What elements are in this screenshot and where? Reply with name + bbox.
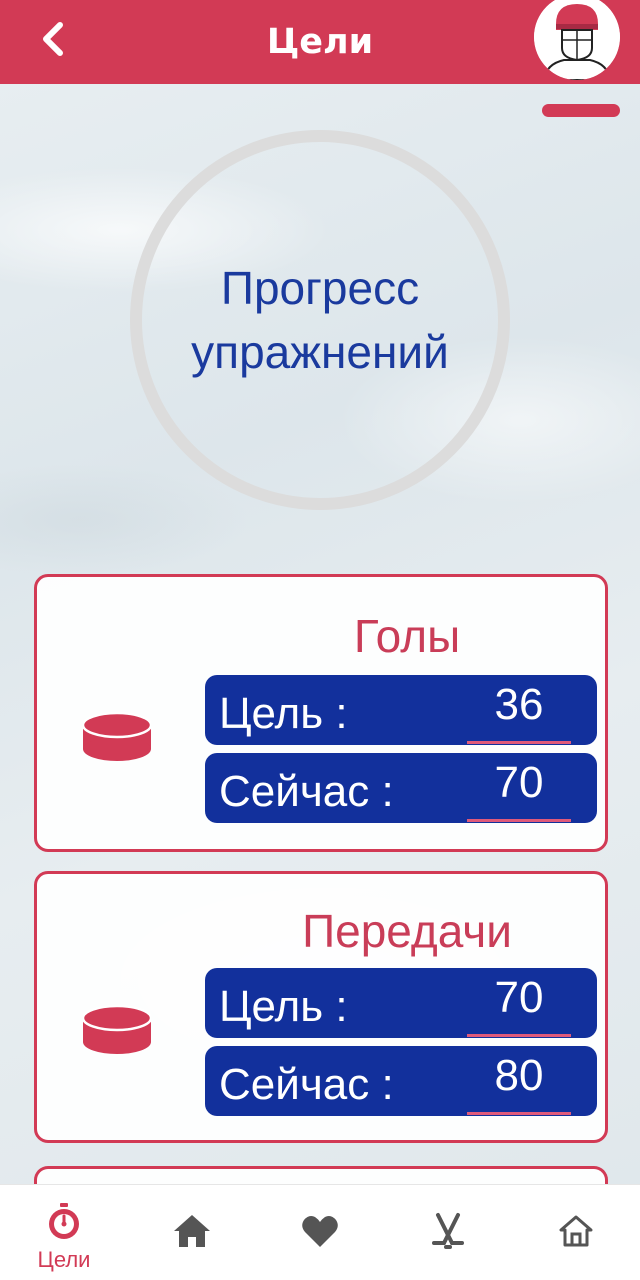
nav-label-goals: Цели <box>37 1247 91 1272</box>
goal-card-title: Голы <box>353 610 461 662</box>
progress-label: Прогресс упражнений <box>191 262 449 378</box>
puck-icon <box>83 711 151 761</box>
target-value: 70 <box>494 973 544 1022</box>
goal-card-assists[interactable]: Передачи Цель : 70 Сейчас : 80 <box>34 871 608 1143</box>
stopwatch-icon <box>49 1203 79 1239</box>
home-icon <box>174 1215 210 1247</box>
current-value: 70 <box>494 758 544 807</box>
target-label: Цель : <box>219 982 348 1031</box>
nav-item-profile[interactable] <box>512 1185 640 1280</box>
back-button[interactable] <box>28 14 78 64</box>
current-label: Сейчас : <box>219 1060 394 1109</box>
target-value: 36 <box>494 680 544 729</box>
current-row: Сейчас : 80 <box>205 1046 597 1116</box>
bottom-nav: Цели <box>0 1184 640 1280</box>
value-underline <box>467 1034 571 1037</box>
target-row: Цель : 36 <box>205 675 597 745</box>
nav-item-goals[interactable]: Цели <box>0 1185 128 1280</box>
goal-card-title: Передачи <box>302 905 512 957</box>
current-value: 80 <box>494 1051 544 1100</box>
current-row: Сейчас : 70 <box>205 753 597 823</box>
menu-handle[interactable] <box>542 104 620 117</box>
value-underline <box>467 741 571 744</box>
value-underline <box>467 819 571 822</box>
heart-icon <box>302 1216 338 1247</box>
puck-icon <box>83 1004 151 1054</box>
app-header: Цели <box>0 0 640 84</box>
nav-item-training[interactable] <box>384 1185 512 1280</box>
nav-item-favorites[interactable] <box>256 1185 384 1280</box>
value-underline <box>467 1112 571 1115</box>
target-label: Цель : <box>219 689 348 738</box>
hockey-sticks-icon <box>432 1213 464 1249</box>
current-label: Сейчас : <box>219 767 394 816</box>
nav-item-home[interactable] <box>128 1185 256 1280</box>
home-outline-icon <box>559 1215 593 1247</box>
target-row: Цель : 70 <box>205 968 597 1038</box>
goal-card-goals[interactable]: Голы Цель : 36 Сейчас : 70 <box>34 574 608 852</box>
chevron-left-icon <box>43 22 63 56</box>
